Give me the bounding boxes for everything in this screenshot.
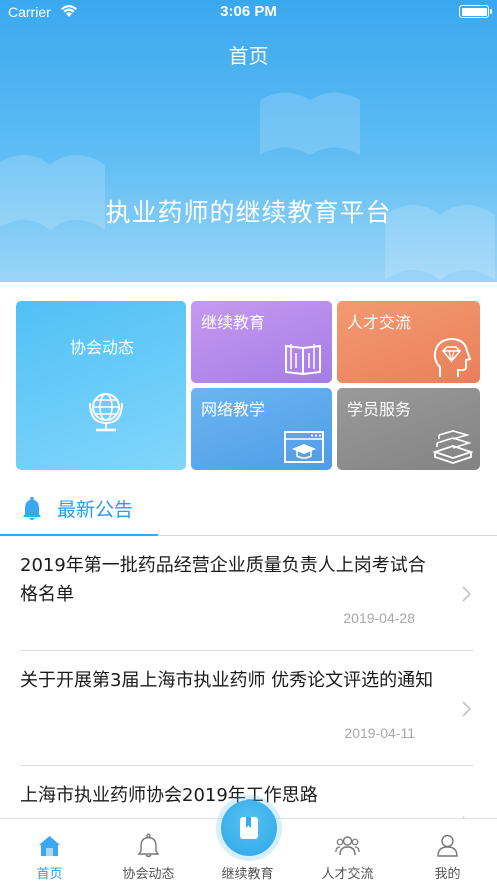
tab-home[interactable]: 首页	[0, 819, 99, 883]
diamond-head-icon	[433, 337, 472, 377]
tile-talent-exchange[interactable]: 人才交流	[337, 301, 480, 383]
tile-label: 继续教育	[201, 313, 266, 332]
chevron-right-icon	[462, 701, 472, 717]
center-education-button[interactable]	[221, 800, 277, 856]
tile-label: 人才交流	[347, 313, 412, 332]
tab-label: 协会动态	[122, 867, 175, 882]
page-title: 首页	[228, 44, 269, 68]
book-icon	[285, 344, 321, 376]
browser-graduation-icon	[284, 431, 324, 463]
user-icon	[437, 834, 458, 857]
book-open-icon	[240, 817, 258, 839]
tile-label: 网络教学	[201, 400, 266, 419]
tab-talent[interactable]: 人才交流	[298, 819, 397, 883]
feature-grid: 协会动态 继续教育 人才交流 网络教学 学员服务	[0, 282, 497, 482]
list-item[interactable]: 2019年第一批药品经营企业质量负责人上岗考试合格名单 2019-04-28	[0, 537, 497, 651]
clock: 3:06 PM	[220, 3, 277, 20]
bell-outline-icon	[137, 833, 160, 858]
tab-label: 首页	[36, 867, 63, 882]
section-underline	[0, 534, 158, 536]
notice-date: 2019-04-11	[344, 725, 415, 741]
notice-section-header: 最新公告	[0, 490, 497, 536]
chevron-right-icon	[462, 586, 472, 602]
globe-icon	[89, 393, 123, 432]
tile-student-services[interactable]: 学员服务	[337, 388, 480, 470]
decorative-book-icon	[260, 92, 360, 155]
notice-title-text: 2019年第一批药品经营企业质量负责人上岗考试合格名单	[20, 555, 426, 605]
tile-label: 协会动态	[70, 338, 135, 357]
hero-slogan: 执业药师的继续教育平台	[105, 198, 392, 227]
notice-title: 最新公告	[57, 499, 134, 521]
tab-label: 人才交流	[321, 867, 374, 882]
tab-label: 我的	[434, 867, 461, 882]
tile-label: 学员服务	[347, 400, 412, 419]
tab-mine[interactable]: 我的	[398, 819, 497, 883]
divider	[20, 765, 473, 766]
list-item[interactable]: 关于开展第3届上海市执业药师 优秀论文评选的通知 2019-04-11	[0, 652, 497, 766]
tile-online-teaching[interactable]: 网络教学	[191, 388, 332, 470]
home-icon	[39, 836, 60, 856]
status-bar: Carrier 3:06 PM	[0, 0, 497, 26]
tile-continuing-education[interactable]: 继续教育	[191, 301, 332, 383]
bell-icon	[23, 496, 41, 520]
tile-association-news[interactable]: 协会动态	[16, 301, 186, 470]
battery-icon	[459, 5, 492, 18]
people-icon	[335, 836, 360, 856]
divider	[20, 650, 473, 651]
tab-label: 继续教育	[221, 867, 274, 882]
header-banner: Carrier 3:06 PM 首页 执业药师的继续教育平台	[0, 0, 497, 282]
notice-title-text: 关于开展第3届上海市执业药师 优秀论文评选的通知	[20, 670, 434, 691]
books-stack-icon	[432, 430, 474, 464]
notice-date: 2019-04-28	[343, 610, 415, 626]
tab-association[interactable]: 协会动态	[99, 819, 198, 883]
